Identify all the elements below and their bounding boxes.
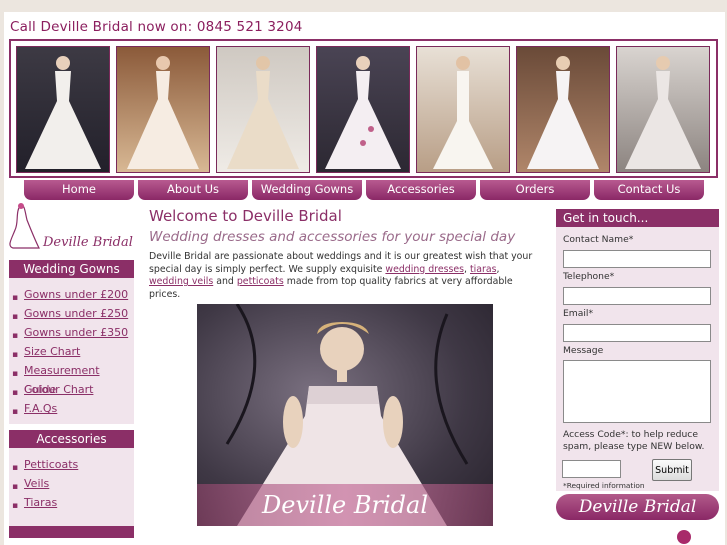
- page-tagline: Wedding dresses and accessories for your…: [149, 229, 516, 245]
- contact-name-input[interactable]: [563, 250, 711, 268]
- bullet-icon: ▪: [12, 407, 19, 417]
- sidebar-item-faqs[interactable]: ▪ F.A.Qs: [9, 399, 134, 418]
- sidebar-item-gowns-200[interactable]: ▪ Gowns under £200: [9, 285, 134, 304]
- link-wedding-dresses[interactable]: wedding dresses: [385, 264, 464, 275]
- nav-about-us[interactable]: About Us: [138, 180, 248, 200]
- sidebar-item-veils[interactable]: ▪ Veils: [9, 474, 134, 493]
- sidebar-item-petticoats[interactable]: ▪ Petticoats: [9, 455, 134, 474]
- captcha-instructions: Access Code*: to help reduce spam, pleas…: [563, 429, 705, 452]
- page-title: Welcome to Deville Bridal: [149, 207, 342, 225]
- brand-logo-right[interactable]: Deville Bridal: [556, 494, 719, 520]
- submit-button[interactable]: Submit: [652, 459, 692, 481]
- hero-image: Deville Bridal: [197, 304, 493, 526]
- dress-banner: [9, 39, 718, 178]
- nav-contact-us[interactable]: Contact Us: [594, 180, 704, 200]
- banner-dress-image-4[interactable]: [316, 46, 410, 173]
- sidebar-item-colour-chart[interactable]: ▪ Colour Chart: [9, 380, 134, 399]
- banner-dress-image-7[interactable]: [616, 46, 710, 173]
- sidebar-item-size-chart[interactable]: ▪ Size Chart: [9, 342, 134, 361]
- sidebar-footer-bar: [9, 526, 134, 538]
- link-tiaras[interactable]: tiaras: [470, 264, 497, 275]
- banner-dress-image-2[interactable]: [116, 46, 210, 173]
- contact-heading: Get in touch...: [556, 209, 719, 227]
- captcha-input[interactable]: [562, 460, 621, 478]
- hero-caption: Deville Bridal: [197, 484, 493, 526]
- intro-paragraph: Deville Bridal are passionate about wedd…: [149, 251, 533, 300]
- nav-home[interactable]: Home: [24, 180, 134, 200]
- sidebar-item-measurement-guide[interactable]: ▪ Measurement Guide: [9, 361, 134, 396]
- message-textarea[interactable]: [563, 360, 711, 423]
- phone-header: Call Deville Bridal now on: 0845 521 320…: [10, 19, 303, 35]
- nav-accessories[interactable]: Accessories: [366, 180, 476, 200]
- link-petticoats[interactable]: petticoats: [237, 276, 284, 287]
- banner-dress-image-5[interactable]: [416, 46, 510, 173]
- banner-dress-image-3[interactable]: [216, 46, 310, 173]
- sidebar-gowns-heading: Wedding Gowns: [9, 260, 134, 278]
- sidebar-accessories-heading: Accessories: [9, 430, 134, 448]
- telephone-label: Telephone*: [563, 271, 615, 282]
- banner-dress-image-1[interactable]: [16, 46, 110, 173]
- main-nav: Home About Us Wedding Gowns Accessories …: [24, 180, 718, 200]
- nav-wedding-gowns[interactable]: Wedding Gowns: [252, 180, 362, 200]
- sidebar-item-tiaras[interactable]: ▪ Tiaras: [9, 493, 134, 512]
- message-label: Message: [563, 345, 604, 356]
- main-content: Welcome to Deville Bridal Wedding dresse…: [149, 207, 539, 301]
- telephone-input[interactable]: [563, 287, 711, 305]
- logo-left-text: Deville Bridal: [42, 235, 133, 250]
- sidebar-accessories-list: ▪ Petticoats ▪ Veils ▪ Tiaras: [9, 448, 134, 526]
- sidebar-item-gowns-350[interactable]: ▪ Gowns under £350: [9, 323, 134, 342]
- link-wedding-veils[interactable]: wedding veils: [149, 276, 213, 287]
- brand-logo-left[interactable]: Deville Bridal: [9, 200, 139, 255]
- email-input[interactable]: [563, 324, 711, 342]
- flower-icon: [677, 530, 691, 544]
- banner-dress-image-6[interactable]: [516, 46, 610, 173]
- sidebar-item-gowns-250[interactable]: ▪ Gowns under £250: [9, 304, 134, 323]
- nav-orders[interactable]: Orders: [480, 180, 590, 200]
- required-note: *Required information: [563, 481, 645, 490]
- email-label: Email*: [563, 308, 594, 319]
- bullet-icon: ▪: [12, 501, 19, 511]
- contact-name-label: Contact Name*: [563, 234, 634, 245]
- sidebar-gowns-list: ▪ Gowns under £200 ▪ Gowns under £250 ▪ Gow…: [9, 278, 134, 424]
